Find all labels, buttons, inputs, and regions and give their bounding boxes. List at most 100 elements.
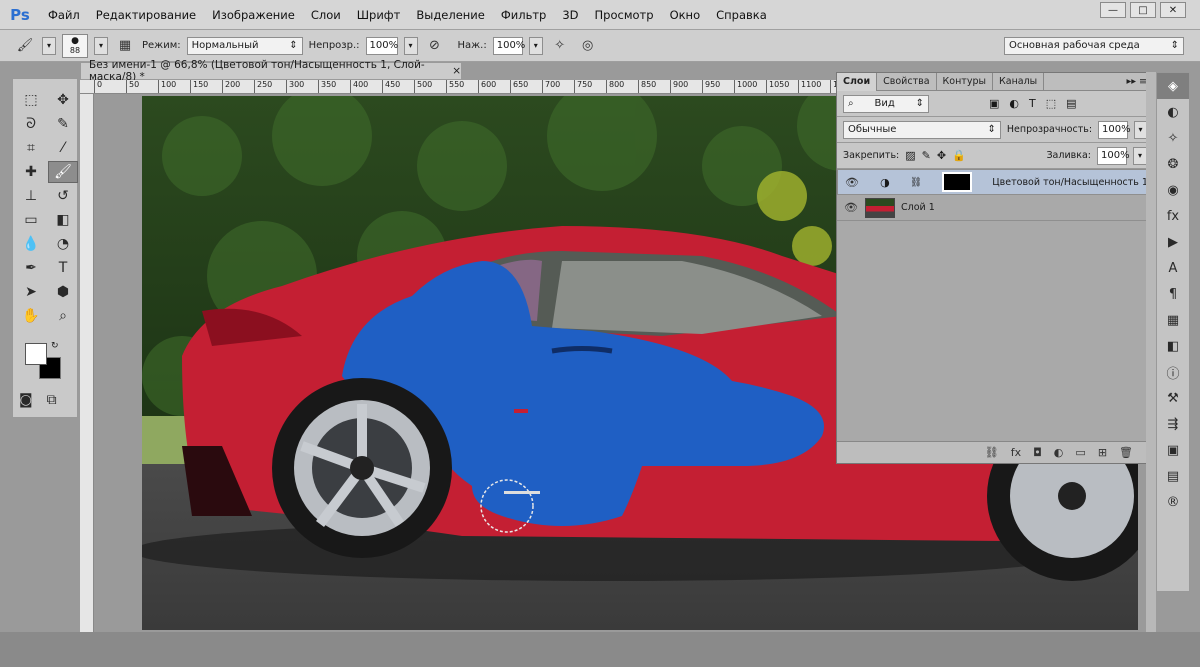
layer-row-layer1[interactable]: 👁 Слой 1 [837, 195, 1153, 221]
brush-panel-icon[interactable]: ▦ [114, 35, 136, 57]
pressure-size-icon[interactable]: ◎ [577, 35, 599, 57]
menu-help[interactable]: Справка [708, 8, 775, 22]
eye-icon[interactable]: 👁 [843, 201, 859, 214]
filter-adjustment-icon[interactable]: ◐ [1009, 97, 1019, 110]
menu-view[interactable]: Просмотр [587, 8, 662, 22]
properties-panel-icon[interactable]: ® [1157, 489, 1189, 515]
swatches-panel-icon[interactable]: ▦ [1157, 307, 1189, 333]
mask-icon[interactable]: ◘ [1033, 446, 1042, 459]
move-tool-icon[interactable]: ✥ [48, 89, 78, 111]
crop-tool-icon[interactable]: ⌗ [16, 137, 46, 159]
screen-mode-icon[interactable]: ⧉ [47, 389, 57, 411]
menu-window[interactable]: Окно [662, 8, 709, 22]
layer-mask-thumbnail[interactable] [942, 172, 973, 192]
layer-opacity-input[interactable]: 100% [1098, 120, 1131, 139]
character-panel-icon[interactable]: A [1157, 255, 1189, 281]
quick-mask-icon[interactable]: ◙ [19, 389, 33, 411]
document-tab[interactable]: Без имени-1 @ 66,8% (Цветовой тон/Насыще… [80, 59, 462, 83]
zoom-tool-icon[interactable]: ⌕ [48, 305, 78, 327]
history-brush-tool-icon[interactable]: ↺ [48, 185, 78, 207]
minimize-button[interactable]: — [1100, 2, 1126, 18]
filter-shape-icon[interactable]: ⬚ [1046, 97, 1056, 110]
notes-panel-icon[interactable]: ▣ [1157, 437, 1189, 463]
lock-all-icon[interactable]: 🔒 [952, 149, 966, 162]
type-tool-icon[interactable]: T [48, 257, 78, 279]
blur-tool-icon[interactable]: 💧 [16, 233, 46, 255]
close-button[interactable]: ✕ [1160, 2, 1186, 18]
stamp-tool-icon[interactable]: ⊥ [16, 185, 46, 207]
paragraph-panel-icon[interactable]: ¶ [1157, 281, 1189, 307]
layer-row-hue-saturation[interactable]: 👁 ◑ ⛓ Цветовой тон/Насыщенность 1 [837, 169, 1153, 195]
menu-image[interactable]: Изображение [204, 8, 303, 22]
maximize-button[interactable]: □ [1130, 2, 1156, 18]
lock-position-icon[interactable]: ✥ [937, 149, 946, 162]
shape-tool-icon[interactable]: ⬢ [48, 281, 78, 303]
close-icon[interactable]: × [452, 65, 461, 77]
clone-source-panel-icon[interactable]: ▤ [1157, 463, 1189, 489]
path-select-tool-icon[interactable]: ➤ [16, 281, 46, 303]
foreground-color[interactable] [25, 343, 47, 365]
fx-icon[interactable]: fx [1011, 446, 1021, 459]
filter-smart-icon[interactable]: ▤ [1066, 97, 1076, 110]
tab-layers[interactable]: Слои [837, 72, 878, 91]
lock-pixels-icon[interactable]: ✎ [922, 149, 931, 162]
menu-layers[interactable]: Слои [303, 8, 349, 22]
menu-select[interactable]: Выделение [408, 8, 493, 22]
styles-panel-icon[interactable]: fx [1157, 203, 1189, 229]
lasso-tool-icon[interactable]: ᘐ [16, 113, 46, 135]
chain-link-icon[interactable]: ⛓ [910, 177, 922, 188]
gradient-tool-icon[interactable]: ◧ [48, 209, 78, 231]
mode-select[interactable]: Нормальный ⇕ [186, 36, 303, 55]
fill-input[interactable]: 100% [1097, 146, 1130, 165]
menu-file[interactable]: Файл [40, 8, 88, 22]
channels-panel-icon[interactable]: ❂ [1157, 151, 1189, 177]
actions-panel-icon[interactable]: ▶ [1157, 229, 1189, 255]
link-icon[interactable]: ⛓ [985, 446, 999, 459]
flow-dropdown[interactable]: ▾ [528, 36, 543, 55]
brush-size-picker[interactable]: ● 88 [62, 33, 88, 58]
brush-size-dropdown[interactable]: ▾ [94, 36, 108, 55]
opacity-dropdown[interactable]: ▾ [403, 36, 418, 55]
layer-filter-select[interactable]: ⌕ Вид ⇕ [843, 94, 929, 113]
brush-presets-panel-icon[interactable]: ⚒ [1157, 385, 1189, 411]
tab-properties[interactable]: Свойства [877, 72, 937, 91]
layers-panel-icon[interactable]: ◈ [1157, 73, 1189, 99]
dodge-tool-icon[interactable]: ◔ [48, 233, 78, 255]
quick-select-tool-icon[interactable]: ✎ [48, 113, 78, 135]
eraser-tool-icon[interactable]: ▭ [16, 209, 46, 231]
info-panel-icon[interactable]: ⓘ [1157, 359, 1189, 385]
blend-mode-select[interactable]: Обычные ⇕ [843, 120, 1001, 139]
pen-tool-icon[interactable]: ✒ [16, 257, 46, 279]
tab-paths[interactable]: Контуры [937, 72, 993, 91]
adjustments-panel-icon[interactable]: ◐ [1157, 99, 1189, 125]
hand-tool-icon[interactable]: ✋ [16, 305, 46, 327]
lock-transparent-icon[interactable]: ▨ [905, 149, 915, 162]
filter-pixel-icon[interactable]: ▣ [989, 97, 999, 110]
menu-filter[interactable]: Фильтр [493, 8, 555, 22]
menu-type[interactable]: Шрифт [349, 8, 409, 22]
healing-tool-icon[interactable]: ✚ [16, 161, 46, 183]
layer-thumbnail[interactable] [865, 197, 895, 218]
dock-collapse-strip[interactable] [1146, 72, 1156, 632]
flow-input[interactable]: 100% [492, 36, 525, 55]
marquee-tool-icon[interactable]: ⬚ [16, 89, 46, 111]
filter-type-icon[interactable]: T [1029, 97, 1036, 110]
new-layer-icon[interactable]: ⊞ [1098, 446, 1107, 459]
swap-colors-icon[interactable]: ↻ [51, 341, 59, 351]
tool-preset-dropdown[interactable]: ▾ [42, 36, 56, 55]
airbrush-icon[interactable]: ✧ [549, 35, 571, 57]
navigator-panel-icon[interactable]: ◧ [1157, 333, 1189, 359]
eye-icon[interactable]: 👁 [844, 176, 860, 189]
menu-3d[interactable]: 3D [554, 8, 586, 22]
eyedropper-tool-icon[interactable]: ⁄ [48, 137, 78, 159]
paths-panel-icon[interactable]: ✧ [1157, 125, 1189, 151]
opacity-input[interactable]: 100% [365, 36, 398, 55]
brush-tool-icon[interactable]: 🖌 [14, 35, 36, 57]
menu-edit[interactable]: Редактирование [88, 8, 204, 22]
brush-tool-icon[interactable]: 🖌 [48, 161, 78, 183]
workspace-select[interactable]: Основная рабочая среда ⇕ [1004, 36, 1184, 55]
adjustment-icon[interactable]: ◐ [1054, 446, 1064, 459]
pressure-opacity-icon[interactable]: ⊘ [424, 35, 446, 57]
tab-channels[interactable]: Каналы [993, 72, 1045, 91]
tool-presets-panel-icon[interactable]: ⇶ [1157, 411, 1189, 437]
